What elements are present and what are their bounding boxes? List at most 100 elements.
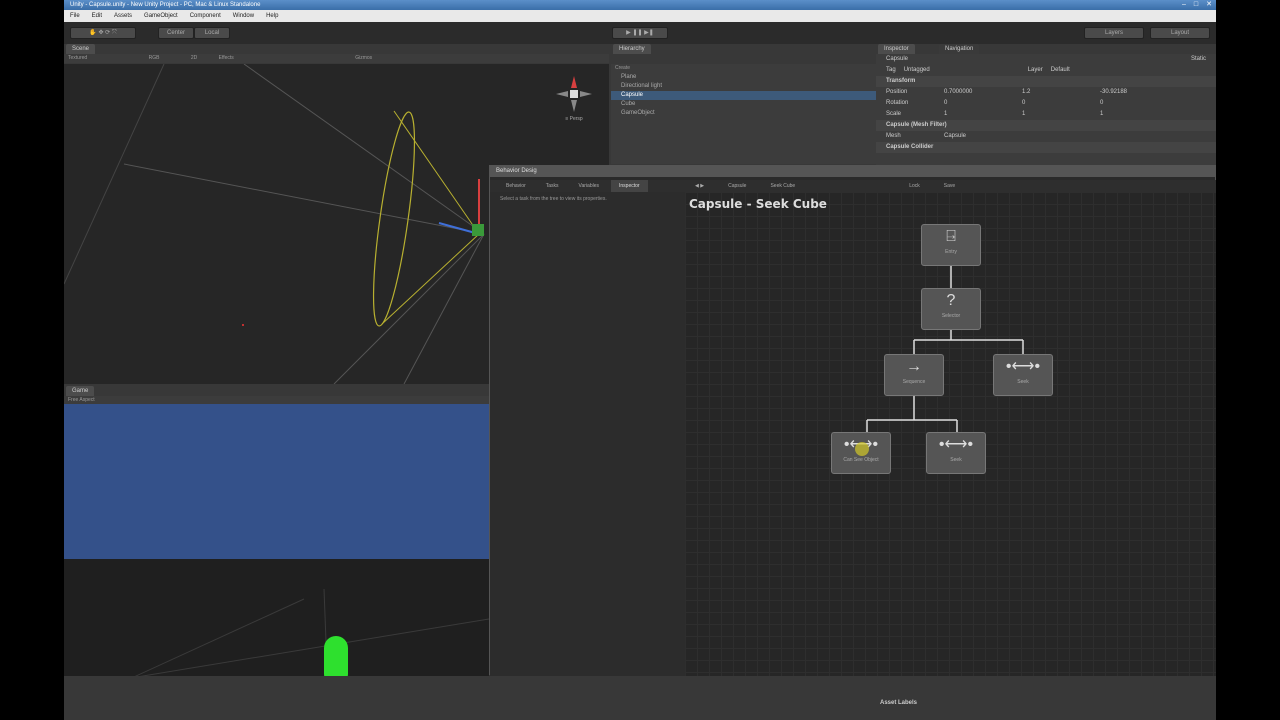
hierarchy-item-capsule[interactable]: Capsule bbox=[611, 91, 876, 100]
scene-2d-toggle[interactable]: 2D bbox=[191, 55, 197, 61]
scale-z[interactable]: 1 bbox=[1100, 109, 1170, 120]
scale-y[interactable]: 1 bbox=[1022, 109, 1092, 120]
unity-editor: Unity - Capsule.unity - New Unity Projec… bbox=[64, 0, 1216, 720]
tab-game[interactable]: Game bbox=[66, 386, 95, 396]
game-view[interactable] bbox=[64, 404, 489, 720]
window-title: Unity - Capsule.unity - New Unity Projec… bbox=[70, 2, 261, 8]
layer-label: Layer bbox=[1027, 67, 1043, 73]
play-controls[interactable]: ▶ ❚❚ ▶❚ bbox=[612, 27, 668, 39]
object-name[interactable]: Capsule bbox=[886, 54, 908, 65]
cursor-highlight bbox=[855, 442, 869, 456]
tab-inspector[interactable]: Inspector bbox=[878, 44, 915, 54]
menu-help[interactable]: Help bbox=[266, 10, 278, 22]
scene-rgb-dropdown[interactable]: RGB bbox=[149, 55, 160, 61]
hierarchy-item-light[interactable]: Directional light bbox=[611, 82, 876, 91]
position-row: Position 0.7000000 1.2 -30.92188 bbox=[876, 87, 1216, 98]
node-label: Seek bbox=[950, 457, 962, 463]
maximize-icon[interactable]: □ bbox=[1194, 0, 1198, 10]
hierarchy-item-gameobject[interactable]: GameObject bbox=[611, 109, 876, 118]
entry-icon: ⍈ bbox=[946, 228, 956, 245]
scene-mode-dropdown[interactable]: Textured bbox=[68, 55, 87, 61]
action-icon: •⟷• bbox=[938, 436, 974, 453]
node-label: Entry bbox=[945, 249, 957, 255]
node-selector[interactable]: ? Selector bbox=[921, 288, 981, 330]
node-seek[interactable]: •⟷• Seek bbox=[993, 354, 1053, 396]
mesh-label: Mesh bbox=[886, 133, 901, 139]
position-z[interactable]: -30.92188 bbox=[1100, 87, 1170, 98]
scene-gizmos-dropdown[interactable]: Gizmos bbox=[355, 55, 372, 61]
hierarchy-panel: Create Plane Directional light Capsule C… bbox=[611, 64, 876, 164]
behavior-graph[interactable]: ◀ ▶ Capsule Seek Cube Lock Save Capsule … bbox=[685, 180, 1216, 676]
position-label: Position bbox=[886, 89, 908, 95]
inspector-panel: Capsule Static Tag Untagged Layer Defaul… bbox=[876, 54, 1216, 174]
tab-hierarchy[interactable]: Hierarchy bbox=[613, 44, 651, 54]
object-header: Capsule Static bbox=[876, 54, 1216, 65]
arrow-right-icon: → bbox=[906, 358, 922, 375]
rotation-y[interactable]: 0 bbox=[1022, 98, 1092, 109]
scene-effects-dropdown[interactable]: Effects bbox=[219, 55, 234, 61]
scale-row: Scale 1 1 1 bbox=[876, 109, 1216, 120]
position-x[interactable]: 0.7000000 bbox=[944, 87, 1014, 98]
behavior-tabs: Behavior Tasks Variables Inspector bbox=[490, 180, 685, 192]
hierarchy-item-plane[interactable]: Plane bbox=[611, 73, 876, 82]
mesh-row: Mesh Capsule bbox=[876, 131, 1216, 142]
menu-gameobject[interactable]: GameObject bbox=[144, 10, 178, 22]
pivot-center-button[interactable]: Center bbox=[158, 27, 194, 39]
rotation-z[interactable]: 0 bbox=[1100, 98, 1170, 109]
question-icon: ? bbox=[946, 292, 956, 309]
tab-tasks[interactable]: Tasks bbox=[538, 180, 567, 192]
rotation-label: Rotation bbox=[886, 100, 909, 106]
transform-header[interactable]: Transform bbox=[876, 76, 1216, 87]
static-toggle[interactable]: Static bbox=[1191, 54, 1206, 65]
action-icon: •⟷• bbox=[1005, 358, 1041, 375]
behavior-side-panel: Select a task from the tree to view its … bbox=[490, 192, 685, 676]
tab-variables[interactable]: Variables bbox=[571, 180, 607, 192]
layers-dropdown[interactable]: Layers bbox=[1084, 27, 1144, 39]
close-icon[interactable]: ✕ bbox=[1206, 0, 1212, 10]
persp-label: ≡ Persp bbox=[565, 116, 583, 122]
minimize-icon[interactable]: – bbox=[1182, 0, 1186, 10]
rotation-x[interactable]: 0 bbox=[944, 98, 1014, 109]
layer-dropdown[interactable]: Default bbox=[1051, 65, 1070, 76]
position-y[interactable]: 1.2 bbox=[1022, 87, 1092, 98]
menu-edit[interactable]: Edit bbox=[92, 10, 102, 22]
tab-bd-inspector[interactable]: Inspector bbox=[611, 180, 648, 192]
mesh-field[interactable]: Capsule bbox=[944, 131, 966, 142]
mesh-filter-header[interactable]: Capsule (Mesh Filter) bbox=[876, 120, 1216, 131]
asset-labels: Asset Labels bbox=[880, 700, 918, 706]
tab-behavior[interactable]: Behavior bbox=[498, 180, 534, 192]
menu-component[interactable]: Component bbox=[190, 10, 221, 22]
hierarchy-create[interactable]: Create bbox=[611, 64, 876, 73]
node-label: Selector bbox=[941, 313, 961, 319]
mesh-filter-label: Capsule (Mesh Filter) bbox=[886, 122, 947, 128]
tab-navigation[interactable]: Navigation bbox=[939, 44, 980, 54]
node-sequence[interactable]: → Sequence bbox=[884, 354, 944, 396]
pivot-local-button[interactable]: Local bbox=[194, 27, 230, 39]
aspect-dropdown[interactable]: Free Aspect bbox=[68, 397, 95, 403]
menu-file[interactable]: File bbox=[70, 10, 80, 22]
scale-x[interactable]: 1 bbox=[944, 109, 1014, 120]
scale-label: Scale bbox=[886, 111, 902, 117]
node-entry[interactable]: ⍈ Entry bbox=[921, 224, 981, 266]
node-label: Can See Object bbox=[843, 457, 879, 463]
window-title-bar: Unity - Capsule.unity - New Unity Projec… bbox=[64, 0, 1216, 10]
transform-tools[interactable]: ✋ ✥ ⟳ ⤧ bbox=[70, 27, 136, 39]
orientation-gizmo-icon[interactable]: ≡ Persp bbox=[554, 74, 594, 124]
collider-label: Capsule Collider bbox=[886, 144, 934, 150]
menu-bar: File Edit Assets GameObject Component Wi… bbox=[64, 10, 1216, 22]
tab-scene[interactable]: Scene bbox=[66, 44, 96, 54]
behavior-designer-title[interactable]: Behavior Desig bbox=[490, 166, 1216, 177]
tag-dropdown[interactable]: Untagged bbox=[904, 65, 930, 76]
hierarchy-item-cube[interactable]: Cube bbox=[611, 100, 876, 109]
transform-label: Transform bbox=[886, 78, 916, 84]
node-seek-2[interactable]: •⟷• Seek bbox=[926, 432, 986, 474]
tag-label: Tag bbox=[886, 67, 896, 73]
inspector-hint: Select a task from the tree to view its … bbox=[500, 196, 607, 202]
collider-header[interactable]: Capsule Collider bbox=[876, 142, 1216, 153]
bottom-strip: Asset Labels bbox=[64, 676, 1216, 720]
main-toolbar: ✋ ✥ ⟳ ⤧ Center Local ▶ ❚❚ ▶❚ Layers Layo… bbox=[64, 22, 1216, 44]
layout-dropdown[interactable]: Layout bbox=[1150, 27, 1210, 39]
menu-assets[interactable]: Assets bbox=[114, 10, 132, 22]
tag-layer-row: Tag Untagged Layer Default bbox=[876, 65, 1216, 76]
menu-window[interactable]: Window bbox=[233, 10, 254, 22]
